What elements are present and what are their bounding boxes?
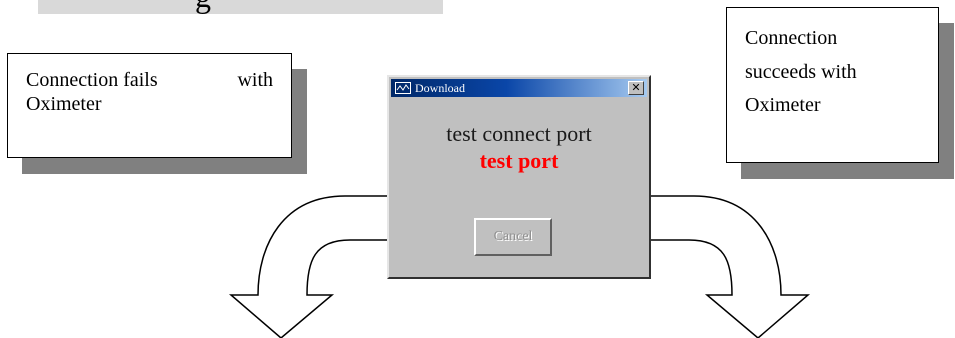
cancel-button[interactable]: Cancel [474, 218, 552, 256]
close-button[interactable]: ✕ [628, 81, 644, 95]
callout-left-line2: Oximeter [26, 93, 102, 115]
close-icon: ✕ [631, 81, 641, 94]
callout-left-line1-tail: with [237, 69, 273, 91]
callout-connection-succeeds: Connection succeeds with Oximeter [726, 7, 939, 163]
callout-right-line2: succeeds with [745, 60, 857, 83]
download-dialog: Download ✕ test connect port test port C… [387, 75, 651, 279]
callout-right-line3: Oximeter [745, 94, 821, 117]
callout-right-line1: Connection [745, 27, 838, 49]
callout-left-line1-text: Connection fails [26, 69, 158, 91]
dialog-titlebar[interactable]: Download ✕ [391, 79, 647, 97]
dialog-message-primary: test connect port [446, 121, 592, 146]
cancel-button-label: Cancel [493, 229, 533, 244]
curved-arrow-left-icon [228, 195, 390, 338]
callout-left-line1: Connection fails with [26, 68, 273, 92]
callout-connection-fails: Connection fails with Oximeter [7, 53, 292, 158]
dialog-message-status: test port [479, 148, 559, 173]
curved-arrow-right-icon [649, 195, 811, 338]
waveform-icon [394, 81, 412, 95]
dialog-title: Download [415, 80, 465, 95]
